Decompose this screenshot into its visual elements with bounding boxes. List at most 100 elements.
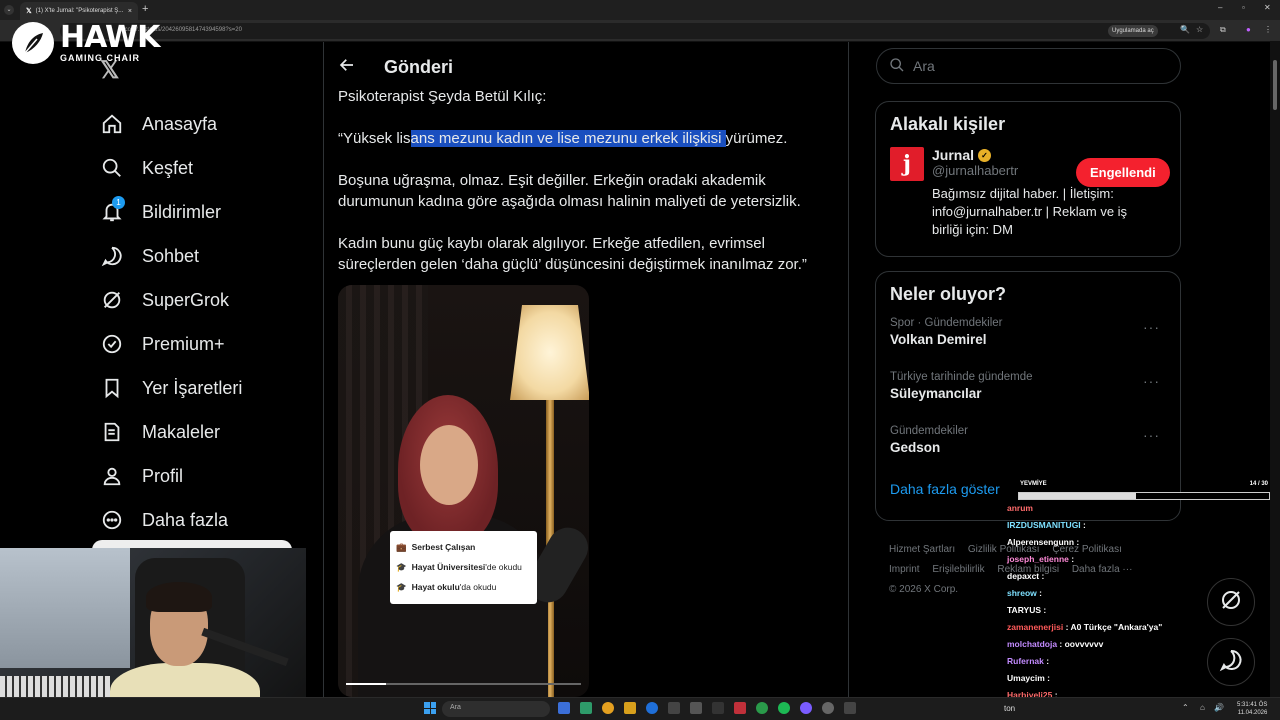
trend-item[interactable]: Spor · Gündemdekiler Volkan Demirel ··· (890, 317, 1166, 371)
nav-item-home[interactable]: Anasayfa (100, 102, 242, 146)
nav-label: Sohbet (142, 245, 200, 266)
open-in-app-button[interactable]: Uygulamada aç (1108, 25, 1158, 37)
nav-label: Yer İşaretleri (142, 377, 243, 398)
star-icon[interactable]: ☆ (1196, 25, 1203, 34)
grok-fab-button[interactable] (1207, 578, 1255, 626)
nav-label: Anasayfa (142, 113, 218, 134)
chat-username: depaxct (1007, 571, 1040, 581)
post-video[interactable]: 💼 Serbest Çalışan 🎓 Hayat Üniversitesi'de … (338, 285, 589, 697)
chat-text: : oovvvvvv (1057, 639, 1104, 649)
spotify-icon[interactable] (778, 702, 790, 714)
blocked-button[interactable]: Engellendi (1076, 158, 1170, 187)
video-person-face (420, 425, 478, 505)
chat-text: : (1043, 656, 1050, 666)
yevmiye-progress-overlay: YEVMİYE 14 / 30 (1018, 480, 1270, 502)
main-nav: Anasayfa Keşfet 1 Bildirimler Sohbet Sup… (100, 102, 242, 542)
yevmiye-bar-fill (1019, 493, 1136, 499)
selected-text: ans mezunu kadın ve lise mezunu erkek il… (410, 130, 726, 147)
url-field[interactable]: x.com/.../status/2042609581474394598?s=2… (60, 23, 1210, 39)
related-people-card: Alakalı kişiler j Jurnal ✓ @jurnalhabertr… (875, 101, 1181, 257)
video-progress-bar[interactable] (346, 683, 581, 685)
info-row: 🎓 Hayat Üniversitesi'de okudu (396, 557, 531, 577)
nav-item-chat[interactable]: Sohbet (100, 234, 242, 278)
profile-avatar-icon[interactable]: ● (1246, 25, 1251, 34)
back-arrow-icon[interactable] (338, 56, 356, 79)
nav-item-more[interactable]: Daha fazla (100, 498, 242, 542)
trend-item[interactable]: Türkiye tarihinde gündemde Süleymancılar… (890, 371, 1166, 425)
new-tab-button[interactable]: + (142, 3, 148, 15)
footer-link[interactable]: Hizmet Şartları (889, 544, 955, 555)
chat-username: joseph_etienne (1007, 554, 1069, 564)
clock-date: 11.04.2026 (1237, 710, 1268, 716)
edge-icon[interactable] (646, 702, 658, 714)
quote-text: “Yüksek lis (338, 130, 411, 147)
post-paragraph: Kadın bunu güç kaybı olarak algılıyor. E… (338, 235, 807, 273)
app-icon[interactable] (844, 702, 856, 714)
extensions-icon[interactable]: ⧉ (1220, 25, 1226, 35)
taskbar: Ara ton ⌃ ⌂ 🔊 5:31:41 ÖS 11.04.2026 (0, 697, 1280, 720)
grok-icon (100, 288, 124, 312)
tab-menu-icon[interactable]: ⌄ (4, 5, 14, 15)
network-icon[interactable]: ⌂ (1200, 703, 1205, 712)
info-rest: 'da okudu (459, 582, 497, 592)
browser-menu-icon[interactable]: ⋮ (1264, 25, 1272, 34)
app-icon[interactable] (712, 702, 724, 714)
person-name[interactable]: Jurnal (932, 147, 974, 163)
nav-item-articles[interactable]: Makaleler (100, 410, 242, 454)
tray-chevron-icon[interactable]: ⌃ (1182, 703, 1189, 712)
chat-username: IRZDUSMANITUGI (1007, 520, 1081, 530)
nav-item-notifications[interactable]: 1 Bildirimler (100, 190, 242, 234)
post-body: Psikoterapist Şeyda Betül Kılıç: “Yüksek… (338, 86, 828, 296)
bookmark-icon (100, 376, 124, 400)
app-icon[interactable] (690, 702, 702, 714)
chat-text: : (1036, 588, 1042, 598)
close-icon[interactable]: × (128, 8, 132, 15)
more-options-icon[interactable]: ··· (1143, 427, 1160, 443)
window-close-icon[interactable]: ✕ (1264, 3, 1271, 12)
zoom-icon[interactable]: 🔍 (1180, 25, 1190, 34)
nav-item-premium[interactable]: Premium+ (100, 322, 242, 366)
webcam-overlay (0, 548, 306, 720)
graduation-cap-icon: 🎓 (396, 581, 407, 592)
copilot-icon[interactable] (580, 702, 592, 714)
post-header: Gönderi (338, 56, 453, 79)
messages-fab-button[interactable] (1207, 638, 1255, 686)
x-logo-icon: 𝕏 (26, 8, 32, 15)
home-icon (100, 112, 124, 136)
trend-item[interactable]: Gündemdekiler Gedson ··· (890, 425, 1166, 479)
page-scrollbar[interactable] (1270, 42, 1280, 697)
more-options-icon[interactable]: ··· (1143, 373, 1160, 389)
browser-tab[interactable]: 𝕏 (1) X'te Jurnal: "Psikoterapist Ş... × (20, 2, 138, 20)
windows-start-icon[interactable] (424, 702, 436, 714)
avatar[interactable]: j (890, 147, 924, 181)
search-icon (889, 57, 905, 76)
volume-icon[interactable]: 🔊 (1214, 703, 1224, 712)
file-explorer-icon[interactable] (558, 702, 570, 714)
folder-icon[interactable] (624, 702, 636, 714)
nav-label: Makaleler (142, 421, 221, 442)
more-options-icon[interactable]: ··· (1143, 319, 1160, 335)
info-bold: Hayat okulu (411, 582, 460, 592)
app-icon[interactable] (822, 702, 834, 714)
app-icon[interactable] (734, 702, 746, 714)
scrollbar-thumb[interactable] (1273, 60, 1277, 110)
footer-link[interactable]: Imprint (889, 564, 920, 575)
chrome-icon[interactable] (602, 702, 614, 714)
maximize-icon[interactable]: ▫ (1242, 3, 1245, 12)
chat-username: shreow (1007, 588, 1037, 598)
taskbar-clock[interactable]: 5:31:41 ÖS 11.04.2026 (1237, 701, 1267, 717)
search-box[interactable]: Ara (876, 48, 1181, 84)
search-input[interactable]: Ara (913, 58, 935, 74)
nav-item-explore[interactable]: Keşfet (100, 146, 242, 190)
app-icon[interactable] (668, 702, 680, 714)
footer-link[interactable]: Erişilebilirlik (932, 564, 984, 575)
nav-item-bookmarks[interactable]: Yer İşaretleri (100, 366, 242, 410)
minimize-icon[interactable]: – (1218, 3, 1222, 12)
person-name-row: Jurnal ✓ (932, 147, 1018, 163)
nav-item-supergrok[interactable]: SuperGrok (100, 278, 242, 322)
chat-message: TARYUS : (1007, 602, 1207, 619)
app-icon[interactable] (800, 702, 812, 714)
taskbar-search[interactable]: Ara (442, 701, 550, 717)
nav-item-profile[interactable]: Profil (100, 454, 242, 498)
whatsapp-icon[interactable] (756, 702, 768, 714)
